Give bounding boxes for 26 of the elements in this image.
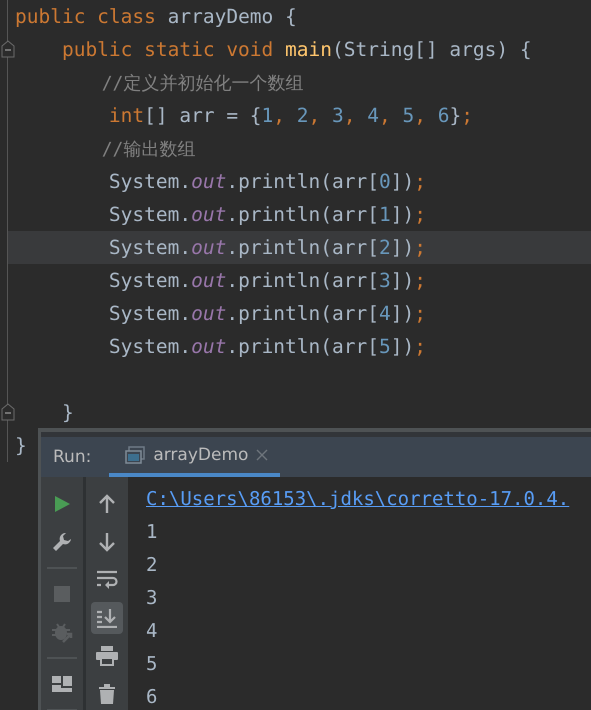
output-line: 5 [146,653,158,675]
code-line: public static void main(String[] args) { [60,37,532,63]
fold-marker-icon[interactable] [1,40,15,58]
panel-label: Run: [53,447,92,467]
code-line: System.out.println(arr[3]); [108,268,426,294]
output-line: 4 [146,620,158,642]
output-line: 1 [146,521,158,543]
code-line: int[] arr = {1, 2, 3, 4, 5, 6}; [108,103,473,129]
code-line: System.out.println(arr[4]); [108,301,426,327]
fold-marker-icon[interactable] [1,403,15,421]
scroll-to-end-icon[interactable] [91,602,123,634]
code-line: } [15,433,27,459]
run-tab[interactable]: arrayDemo [109,437,280,477]
code-line: System.out.println(arr[2]); [108,235,426,261]
output-line: 3 [146,587,158,609]
code-line: public class arrayDemo { [15,4,297,30]
code-line: } [60,400,74,426]
code-line: System.out.println(arr[0]); [108,169,426,195]
code-line: System.out.println(arr[1]); [108,202,426,228]
output-line: 2 [146,554,158,576]
path-link[interactable]: C:\Users\86153\.jdks\corretto-17.0.4. [146,488,570,510]
output-line: 6 [146,686,158,708]
code-line: //输出数组 [100,138,196,162]
window-icon [125,446,146,464]
code-line: System.out.println(arr[5]); [108,334,426,360]
code-line: //定义并初始化一个数组 [100,72,304,96]
